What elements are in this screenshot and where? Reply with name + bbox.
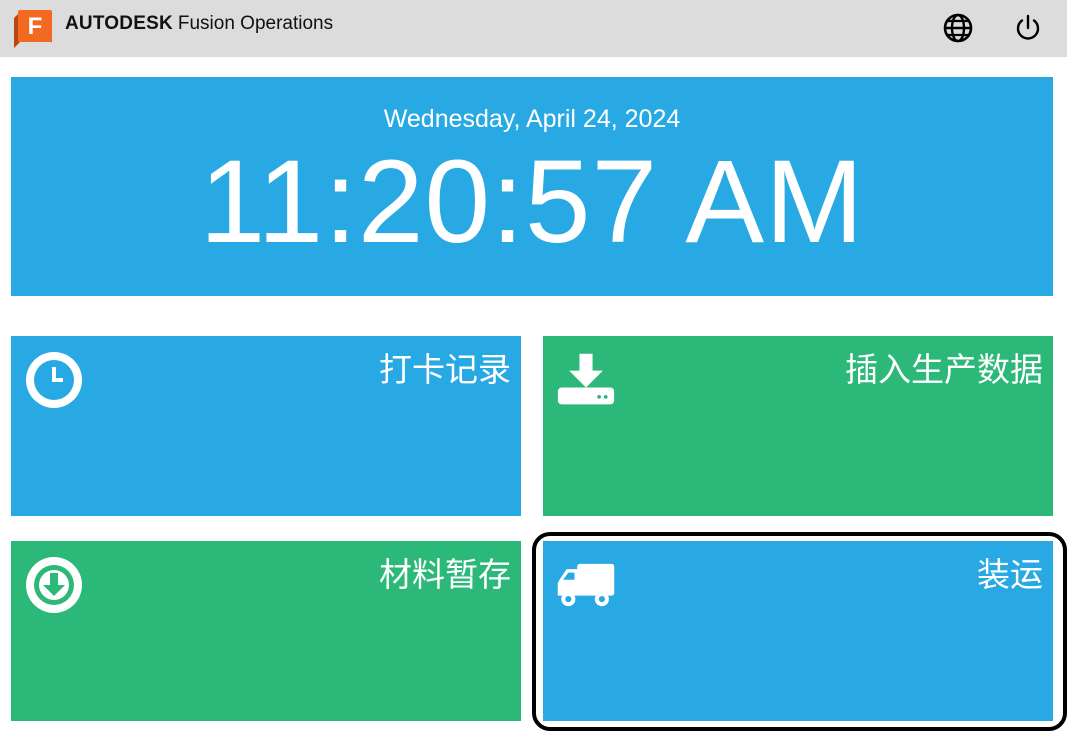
download-tray-icon [557,353,615,405]
app-title: AUTODESK Fusion Operations [65,13,333,35]
tile-insert-production-data[interactable]: 插入生产数据 [543,336,1053,516]
current-date: Wednesday, April 24, 2024 [383,105,681,133]
product-name: Fusion Operations [177,13,334,34]
tile-shipping[interactable]: 装运 [543,541,1053,721]
clock-panel: Wednesday, April 24, 2024 11:20:57 AM [11,77,1053,296]
tile-label-material-staging: 材料暂存 [379,555,511,594]
current-time: 11:20:57 AM [199,136,865,268]
tile-label-insert-production-data: 插入生产数据 [845,350,1043,389]
clock-icon [26,352,82,408]
tile-material-staging[interactable]: 材料暂存 [11,541,521,721]
download-circle-icon [26,557,82,613]
brand-name: AUTODESK [65,13,173,34]
tile-label-time-clock: 打卡记录 [379,350,511,389]
logo-letter: F [28,13,43,40]
top-bar: F AUTODESK Fusion Operations [0,0,1067,57]
power-icon[interactable] [1011,11,1045,45]
tile-label-shipping: 装运 [977,555,1043,594]
autodesk-fusion-logo: F [14,10,52,48]
truck-icon [557,563,615,607]
globe-icon[interactable] [941,11,975,45]
tile-time-clock[interactable]: 打卡记录 [11,336,521,516]
